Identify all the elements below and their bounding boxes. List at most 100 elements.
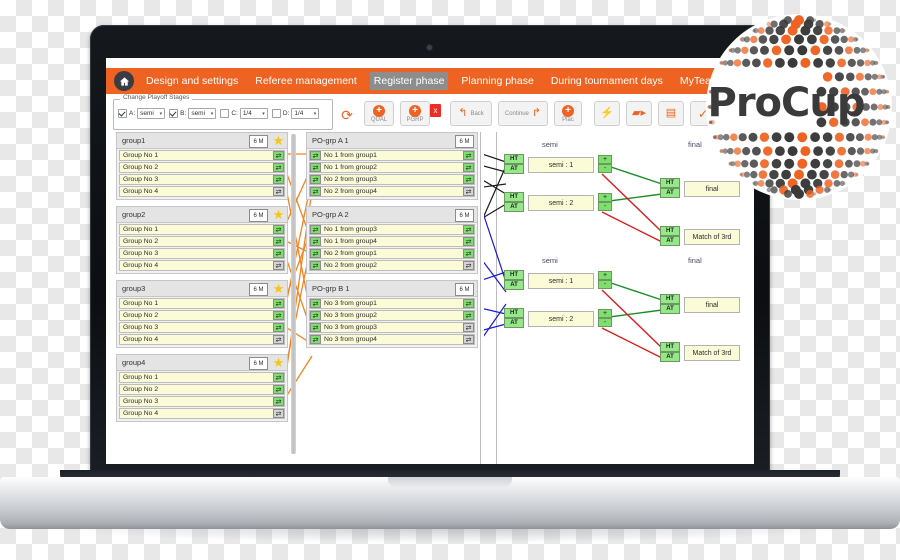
home-button[interactable] bbox=[114, 71, 134, 91]
nav-item-during-tournament-days[interactable]: During tournament days bbox=[547, 72, 667, 90]
stage-b-select[interactable]: semi ▾ bbox=[188, 108, 217, 119]
continue-button[interactable]: Continue ↱ bbox=[498, 101, 548, 126]
playoff-row[interactable]: ⇄ No 3 from group4 ⇄ bbox=[309, 334, 475, 345]
group-row[interactable]: Group No 4 ⇄ bbox=[119, 408, 285, 419]
drag-handle-icon[interactable]: ⇄ bbox=[310, 261, 321, 270]
group-panel[interactable]: group4 6 M ★ Group No 1 ⇄ Group No 2 ⇄ Gro… bbox=[116, 354, 288, 422]
drag-handle-icon[interactable]: ⇄ bbox=[463, 249, 474, 258]
third-place-match-upper[interactable]: Match of 3rd bbox=[684, 229, 740, 245]
drag-handle-icon[interactable]: ⇄ bbox=[310, 311, 321, 320]
group-panel[interactable]: group1 6 M ★ Group No 1 ⇄ Group No 2 ⇄ Gro… bbox=[116, 132, 288, 200]
playoff-row[interactable]: ⇄ No 1 from group3 ⇄ bbox=[309, 224, 475, 235]
third-place-match-lower[interactable]: Match of 3rd bbox=[684, 345, 740, 361]
stage-c-checkbox[interactable] bbox=[220, 109, 230, 118]
save-button[interactable]: ▤ bbox=[658, 101, 684, 126]
semi2-result-upper[interactable]: + - bbox=[598, 193, 612, 211]
nav-item-design-and-settings[interactable]: Design and settings bbox=[142, 72, 242, 90]
stage-a-checkbox[interactable] bbox=[118, 109, 127, 118]
semi1-result-lower[interactable]: + - bbox=[598, 271, 612, 289]
group-panel[interactable]: group2 6 M ★ Group No 1 ⇄ Group No 2 ⇄ Gro… bbox=[116, 206, 288, 274]
drag-handle-icon[interactable]: ⇄ bbox=[273, 323, 284, 332]
group-row[interactable]: Group No 1 ⇄ bbox=[119, 150, 285, 161]
drag-handle-icon[interactable]: ⇄ bbox=[310, 237, 321, 246]
drag-handle-icon[interactable]: ⇄ bbox=[463, 311, 474, 320]
playoff-row[interactable]: ⇄ No 1 from group2 ⇄ bbox=[309, 162, 475, 173]
third-place-teams-lower[interactable]: HT AT bbox=[660, 342, 680, 362]
drag-handle-icon[interactable]: ⇄ bbox=[273, 335, 284, 344]
drag-handle-icon[interactable]: ⇄ bbox=[273, 299, 284, 308]
semi2-teams-lower[interactable]: HT AT bbox=[504, 308, 524, 328]
playoff-row[interactable]: ⇄ No 2 from group2 ⇄ bbox=[309, 260, 475, 271]
minus-button[interactable]: - bbox=[598, 202, 612, 211]
minus-button[interactable]: - bbox=[598, 280, 612, 289]
drag-handle-icon[interactable]: ⇄ bbox=[273, 163, 284, 172]
drag-handle-icon[interactable]: ⇄ bbox=[463, 163, 474, 172]
star-icon[interactable]: ★ bbox=[272, 134, 285, 147]
star-icon[interactable]: ★ bbox=[272, 356, 285, 369]
group-row[interactable]: Group No 1 ⇄ bbox=[119, 298, 285, 309]
semi1-result-upper[interactable]: + - bbox=[598, 155, 612, 173]
drag-handle-icon[interactable]: ⇄ bbox=[273, 311, 284, 320]
playoff-row[interactable]: ⇄ No 2 from group4 ⇄ bbox=[309, 186, 475, 197]
stage-c-select[interactable]: 1/4 ▾ bbox=[239, 108, 268, 119]
stage-a-select[interactable]: semi ▾ bbox=[137, 108, 166, 119]
drag-handle-icon[interactable]: ⇄ bbox=[463, 151, 474, 160]
plac-button[interactable]: + Plac bbox=[554, 101, 582, 126]
star-icon[interactable]: ★ bbox=[272, 208, 285, 221]
drag-handle-icon[interactable]: ⇄ bbox=[273, 249, 284, 258]
playoff-row[interactable]: ⇄ No 3 from group3 ⇄ bbox=[309, 322, 475, 333]
nav-item-planning-phase[interactable]: Planning phase bbox=[457, 72, 537, 90]
drag-handle-icon[interactable]: ⇄ bbox=[463, 323, 474, 332]
semi1-match-lower[interactable]: semi : 1 bbox=[528, 273, 594, 289]
plus-button[interactable]: + bbox=[598, 193, 612, 202]
drag-handle-icon[interactable]: ⇄ bbox=[273, 151, 284, 160]
drag-handle-icon[interactable]: ⇄ bbox=[310, 323, 321, 332]
group-panel[interactable]: group3 6 M ★ Group No 1 ⇄ Group No 2 ⇄ Gro… bbox=[116, 280, 288, 348]
drag-handle-icon[interactable]: ⇄ bbox=[273, 175, 284, 184]
drag-handle-icon[interactable]: ⇄ bbox=[310, 299, 321, 308]
group-row[interactable]: Group No 3 ⇄ bbox=[119, 322, 285, 333]
pgrp-button[interactable]: + PGRP bbox=[400, 101, 430, 126]
quick-action-button[interactable]: ⚡ bbox=[594, 101, 620, 126]
drag-handle-icon[interactable]: ⇄ bbox=[273, 187, 284, 196]
qual-button[interactable]: + QUAL bbox=[364, 101, 394, 126]
minus-button[interactable]: - bbox=[598, 164, 612, 173]
group-row[interactable]: Group No 1 ⇄ bbox=[119, 372, 285, 383]
plus-button[interactable]: + bbox=[598, 155, 612, 164]
drag-handle-icon[interactable]: ⇄ bbox=[310, 163, 321, 172]
playoff-row[interactable]: ⇄ No 1 from group1 ⇄ bbox=[309, 150, 475, 161]
playoff-group-panel[interactable]: PO-grp A 2 6 M ⇄ No 1 from group3 ⇄ ⇄ No 1 … bbox=[306, 206, 478, 274]
group-row[interactable]: Group No 3 ⇄ bbox=[119, 396, 285, 407]
group-row[interactable]: Group No 2 ⇄ bbox=[119, 162, 285, 173]
semi2-teams-upper[interactable]: HT AT bbox=[504, 192, 524, 212]
playoff-row[interactable]: ⇄ No 2 from group1 ⇄ bbox=[309, 248, 475, 259]
drag-handle-icon[interactable]: ⇄ bbox=[273, 397, 284, 406]
drag-handle-icon[interactable]: ⇄ bbox=[463, 225, 474, 234]
stage-d-checkbox[interactable] bbox=[271, 109, 281, 118]
drag-handle-icon[interactable]: ⇄ bbox=[273, 225, 284, 234]
drag-handle-icon[interactable]: ⇄ bbox=[310, 187, 321, 196]
nav-item-referee-management[interactable]: Referee management bbox=[251, 72, 361, 90]
group-row[interactable]: Group No 4 ⇄ bbox=[119, 260, 285, 271]
drag-handle-icon[interactable]: ⇄ bbox=[463, 175, 474, 184]
final-teams-upper[interactable]: HT AT bbox=[660, 178, 680, 198]
playoff-row[interactable]: ⇄ No 1 from group4 ⇄ bbox=[309, 236, 475, 247]
group-row[interactable]: Group No 4 ⇄ bbox=[119, 334, 285, 345]
group-row[interactable]: Group No 3 ⇄ bbox=[119, 174, 285, 185]
drag-handle-icon[interactable]: ⇄ bbox=[310, 151, 321, 160]
semi1-match-upper[interactable]: semi : 1 bbox=[528, 157, 594, 173]
drag-handle-icon[interactable]: ⇄ bbox=[310, 335, 321, 344]
group-row[interactable]: Group No 2 ⇄ bbox=[119, 384, 285, 395]
delete-button[interactable]: x bbox=[430, 104, 441, 117]
semi2-result-lower[interactable]: + - bbox=[598, 309, 612, 327]
drag-handle-icon[interactable]: ⇄ bbox=[463, 299, 474, 308]
semi2-match-upper[interactable]: semi : 2 bbox=[528, 195, 594, 211]
minus-button[interactable]: - bbox=[598, 318, 612, 327]
playoff-group-panel[interactable]: PO-grp A 1 6 M ⇄ No 1 from group1 ⇄ ⇄ No 1 … bbox=[306, 132, 478, 200]
group-row[interactable]: Group No 1 ⇄ bbox=[119, 224, 285, 235]
playoff-row[interactable]: ⇄ No 3 from group1 ⇄ bbox=[309, 298, 475, 309]
stage-b-checkbox[interactable] bbox=[169, 109, 179, 118]
drag-handle-icon[interactable]: ⇄ bbox=[310, 249, 321, 258]
semi2-match-lower[interactable]: semi : 2 bbox=[528, 311, 594, 327]
final-match-lower[interactable]: final bbox=[684, 297, 740, 313]
